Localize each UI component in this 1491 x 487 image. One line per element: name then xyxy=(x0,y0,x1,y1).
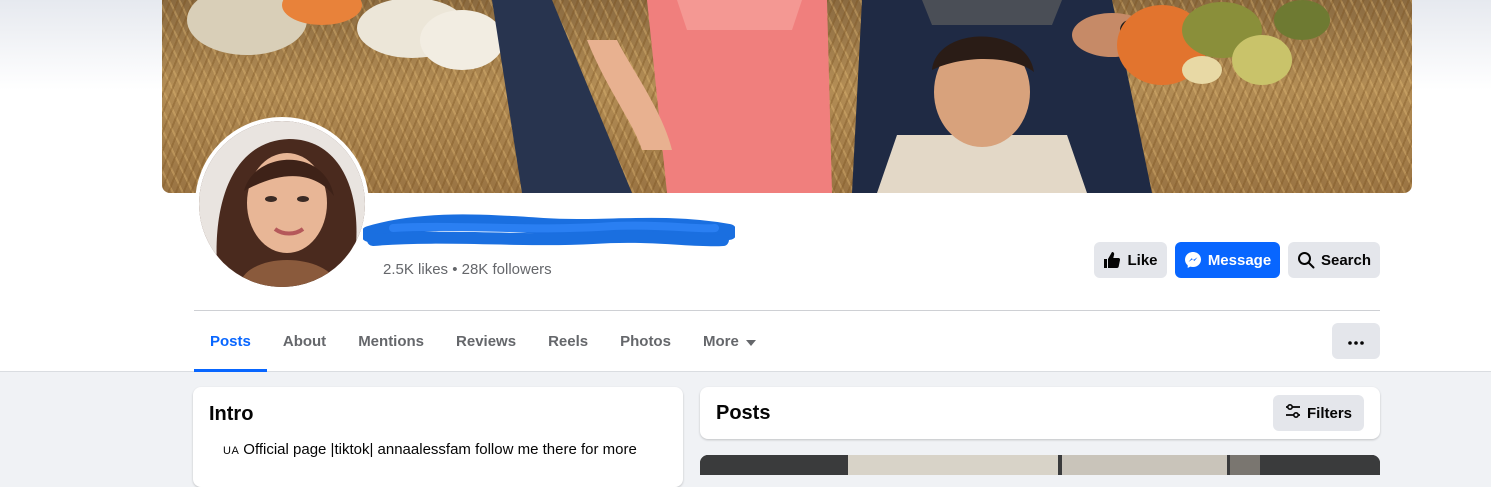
tab-mentions[interactable]: Mentions xyxy=(342,311,440,371)
page-stats: 2.5K likes • 28K followers xyxy=(383,261,552,278)
like-label: Like xyxy=(1127,251,1158,269)
tab-label: Posts xyxy=(210,332,251,350)
post-preview-image xyxy=(700,455,1380,475)
intro-bio: UA Official page |tiktok| annaalessfam fo… xyxy=(223,441,637,458)
profile-tabs: Posts About Mentions Reviews Reels Photo… xyxy=(194,311,772,372)
like-button[interactable]: Like xyxy=(1094,242,1167,278)
profile-avatar[interactable] xyxy=(195,117,369,291)
message-label: Message xyxy=(1207,251,1272,269)
filters-icon xyxy=(1285,403,1301,423)
intro-title: Intro xyxy=(209,403,254,425)
tab-label: Reviews xyxy=(456,332,517,350)
tab-posts[interactable]: Posts xyxy=(194,311,267,372)
profile-header: 2.5K likes • 28K followers Like Message … xyxy=(0,0,1491,372)
search-button[interactable]: Search xyxy=(1288,242,1380,278)
avatar-illustration xyxy=(199,121,365,287)
intro-bio-text: Official page |tiktok| annaalessfam foll… xyxy=(243,441,637,458)
tab-label: About xyxy=(282,332,327,350)
tab-photos[interactable]: Photos xyxy=(604,311,687,371)
tab-reviews[interactable]: Reviews xyxy=(440,311,532,371)
messenger-icon xyxy=(1184,251,1202,269)
tab-label: More xyxy=(702,332,739,350)
filters-label: Filters xyxy=(1306,404,1352,422)
redaction-scribble xyxy=(361,214,737,247)
post-preview[interactable] xyxy=(700,455,1380,475)
ellipsis-icon xyxy=(1348,332,1364,350)
tab-label: Mentions xyxy=(358,332,425,350)
caret-down-icon xyxy=(745,333,756,350)
tab-reels[interactable]: Reels xyxy=(532,311,604,371)
search-label: Search xyxy=(1320,251,1372,269)
tab-label: Photos xyxy=(620,332,671,350)
avatar-photo xyxy=(199,121,365,287)
posts-header-card: Posts Filters xyxy=(700,387,1380,439)
tab-more[interactable]: More xyxy=(687,311,772,371)
page-name-redacted xyxy=(361,212,737,258)
filters-button[interactable]: Filters xyxy=(1272,395,1364,431)
tab-label: Reels xyxy=(548,332,589,350)
intro-card: Intro UA Official page |tiktok| annaaless… xyxy=(193,387,683,487)
search-icon xyxy=(1297,251,1315,269)
message-button[interactable]: Message xyxy=(1175,242,1280,278)
ukraine-flag-icon: UA xyxy=(223,445,240,457)
thumbs-up-icon xyxy=(1103,251,1121,269)
tab-about[interactable]: About xyxy=(267,311,342,371)
more-options-button[interactable] xyxy=(1332,323,1380,359)
posts-title: Posts xyxy=(716,402,771,424)
